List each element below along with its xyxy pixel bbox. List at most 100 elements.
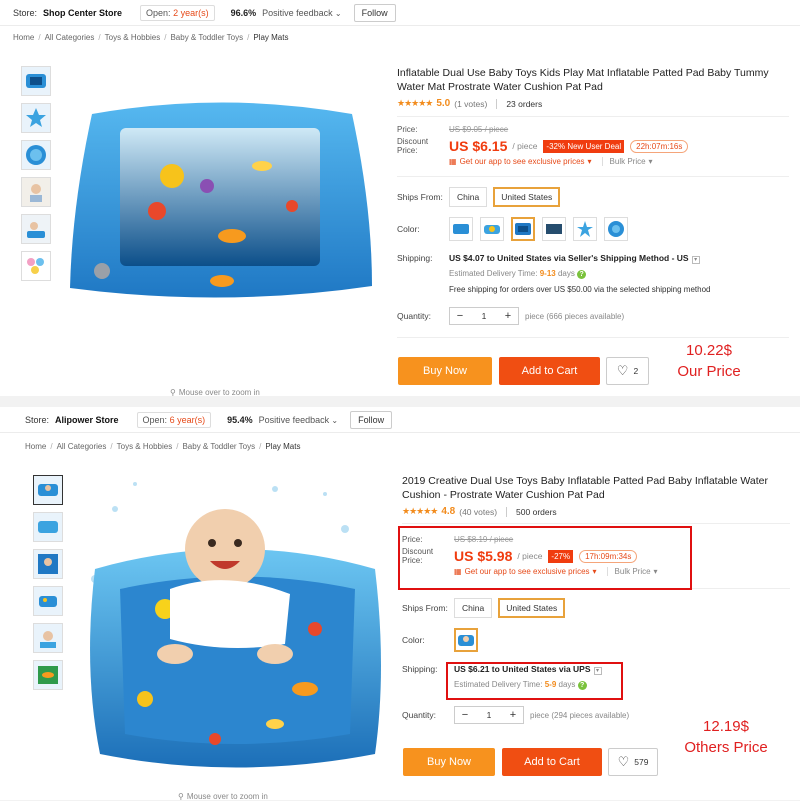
thumbnail[interactable] (33, 586, 63, 616)
breadcrumb-sep: / (259, 442, 262, 451)
breadcrumb-sep: / (50, 442, 53, 451)
store-name-link[interactable]: Shop Center Store (43, 8, 122, 18)
thumbnail[interactable] (33, 475, 63, 505)
breadcrumb-sep: / (164, 33, 167, 42)
breadcrumb-sep: / (110, 442, 113, 451)
breadcrumb-all-categories[interactable]: All Categories (45, 33, 95, 47)
breadcrumb-toys-hobbies[interactable]: Toys & Hobbies (117, 442, 173, 456)
plus-button[interactable]: + (498, 310, 518, 322)
buy-now-button[interactable]: Buy Now (398, 357, 492, 385)
play-mat-thumb-icon (38, 484, 58, 496)
quantity-stepper: −1 + (454, 706, 524, 724)
follow-button[interactable]: Follow (353, 3, 396, 22)
shipping-highlight-box (446, 662, 623, 700)
feedback-percent: 96.6% (230, 7, 257, 18)
color-label: Color: (397, 224, 420, 234)
wishlist-button[interactable]: ♡ 579 (608, 748, 658, 776)
divider (397, 116, 789, 117)
divider (397, 337, 789, 338)
color-option-selected[interactable] (511, 217, 535, 241)
shipping-label: Shipping: (397, 253, 433, 263)
annotation-value: 12.19$ (703, 718, 749, 735)
delivery-time: Estimated Delivery Time: 9-13 days ? (449, 269, 710, 279)
chevron-down-icon[interactable]: ▾ (691, 256, 700, 264)
app-promo-row: ▦ Get our app to see exclusive prices ▾ Bul… (449, 157, 789, 166)
breadcrumb-toys-hobbies[interactable]: Toys & Hobbies (105, 33, 161, 47)
listing-panel-2: Store: Alipower Store Open: 6 year(s) 95… (0, 407, 800, 801)
color-balls-thumb-icon (27, 258, 44, 274)
breadcrumb-baby-toys[interactable]: Baby & Toddler Toys (170, 33, 243, 47)
play-mat-swatch-icon (546, 224, 562, 234)
search-icon: ⚲ (170, 388, 176, 397)
breadcrumb-home[interactable]: Home (25, 442, 46, 456)
color-row: Color: (402, 628, 790, 652)
thumbnail[interactable] (21, 140, 51, 170)
thumbnail[interactable] (33, 512, 63, 542)
color-option-selected[interactable] (454, 628, 478, 652)
shipping-method[interactable]: US $4.07 to United States via Seller's S… (449, 253, 689, 263)
delivery-label: Estimated Delivery Time: (449, 269, 538, 278)
orders-count: 23 orders (506, 98, 543, 109)
help-icon[interactable]: ? (577, 270, 587, 279)
thumbnail[interactable] (21, 214, 51, 244)
ships-from-china[interactable]: China (454, 598, 493, 618)
ships-from-row: Ships From: China United States (397, 187, 789, 207)
breadcrumb-baby-toys[interactable]: Baby & Toddler Toys (182, 442, 255, 456)
breadcrumb-home[interactable]: Home (13, 33, 34, 47)
thumbnail[interactable] (21, 177, 51, 207)
quantity-input[interactable]: 1 (470, 311, 498, 321)
thumbnail[interactable] (33, 623, 63, 653)
delivery-days: 9-13 (539, 269, 556, 278)
color-option[interactable] (604, 217, 628, 241)
thumbnail[interactable] (21, 251, 51, 281)
store-bar: Store: Shop Center Store Open: 2 year(s)… (0, 0, 800, 26)
thumbnail[interactable] (21, 66, 51, 96)
feedback-dropdown[interactable]: Positive feedback (259, 415, 338, 425)
add-to-cart-button[interactable]: Add to Cart (502, 748, 602, 776)
minus-button[interactable]: − (450, 310, 470, 322)
baby-photo-thumb-icon (38, 554, 58, 574)
color-option[interactable] (480, 217, 504, 241)
quantity-input[interactable]: 1 (475, 710, 503, 720)
add-to-cart-button[interactable]: Add to Cart (499, 357, 600, 385)
round-mat-thumb-icon (26, 145, 46, 165)
store-open-badge: Open: 2 year(s) (140, 4, 215, 21)
bulk-price-dropdown[interactable]: Bulk Price (601, 157, 646, 166)
thumbnail[interactable] (21, 103, 51, 133)
separator (496, 98, 498, 109)
votes-dropdown[interactable]: (1 votes) (454, 99, 487, 109)
wishlist-button[interactable]: ♡ 2 (606, 357, 649, 385)
plus-button[interactable]: + (503, 709, 523, 721)
breadcrumb: Home / All Categories / Toys & Hobbies / Ba… (13, 33, 288, 47)
color-option[interactable] (573, 217, 597, 241)
minus-button[interactable]: − (455, 709, 475, 721)
product-main-image[interactable] (62, 96, 382, 316)
product-main-image[interactable] (75, 469, 390, 789)
buy-now-button[interactable]: Buy Now (403, 748, 495, 776)
color-option[interactable] (542, 217, 566, 241)
feedback-dropdown[interactable]: Positive feedback (262, 8, 341, 18)
breadcrumb-sep: / (98, 33, 101, 42)
ships-from-united-states[interactable]: United States (493, 187, 561, 207)
product-title: Inflatable Dual Use Baby Toys Kids Play … (397, 67, 769, 93)
ships-from-united-states[interactable]: United States (498, 598, 566, 618)
votes-dropdown[interactable]: (40 votes) (459, 507, 497, 517)
thumbnail[interactable] (33, 549, 63, 579)
price-annotation: 12.19$ Others Price (670, 716, 782, 758)
price-highlight-box (398, 526, 692, 590)
breadcrumb: Home / All Categories / Toys & Hobbies / Ba… (25, 442, 300, 456)
product-info: Inflatable Dual Use Baby Toys Kids Play … (397, 66, 789, 338)
breadcrumb-play-mats[interactable]: Play Mats (265, 442, 300, 456)
ships-from-china[interactable]: China (449, 187, 488, 207)
heart-icon: ♡ (616, 363, 629, 378)
discount-price: US $6.15 (449, 138, 508, 154)
breadcrumb-all-categories[interactable]: All Categories (57, 442, 107, 456)
follow-button[interactable]: Follow (350, 410, 393, 429)
app-promo-link[interactable]: Get our app to see exclusive prices (460, 157, 585, 166)
price-annotation: 10.22$ Our Price (664, 340, 754, 382)
breadcrumb-play-mats[interactable]: Play Mats (253, 33, 288, 47)
quantity-row: Quantity: −1 + piece (666 pieces availabl… (397, 307, 789, 325)
color-option[interactable] (449, 217, 473, 241)
store-name-link[interactable]: Alipower Store (55, 415, 119, 425)
thumbnail[interactable] (33, 660, 63, 690)
